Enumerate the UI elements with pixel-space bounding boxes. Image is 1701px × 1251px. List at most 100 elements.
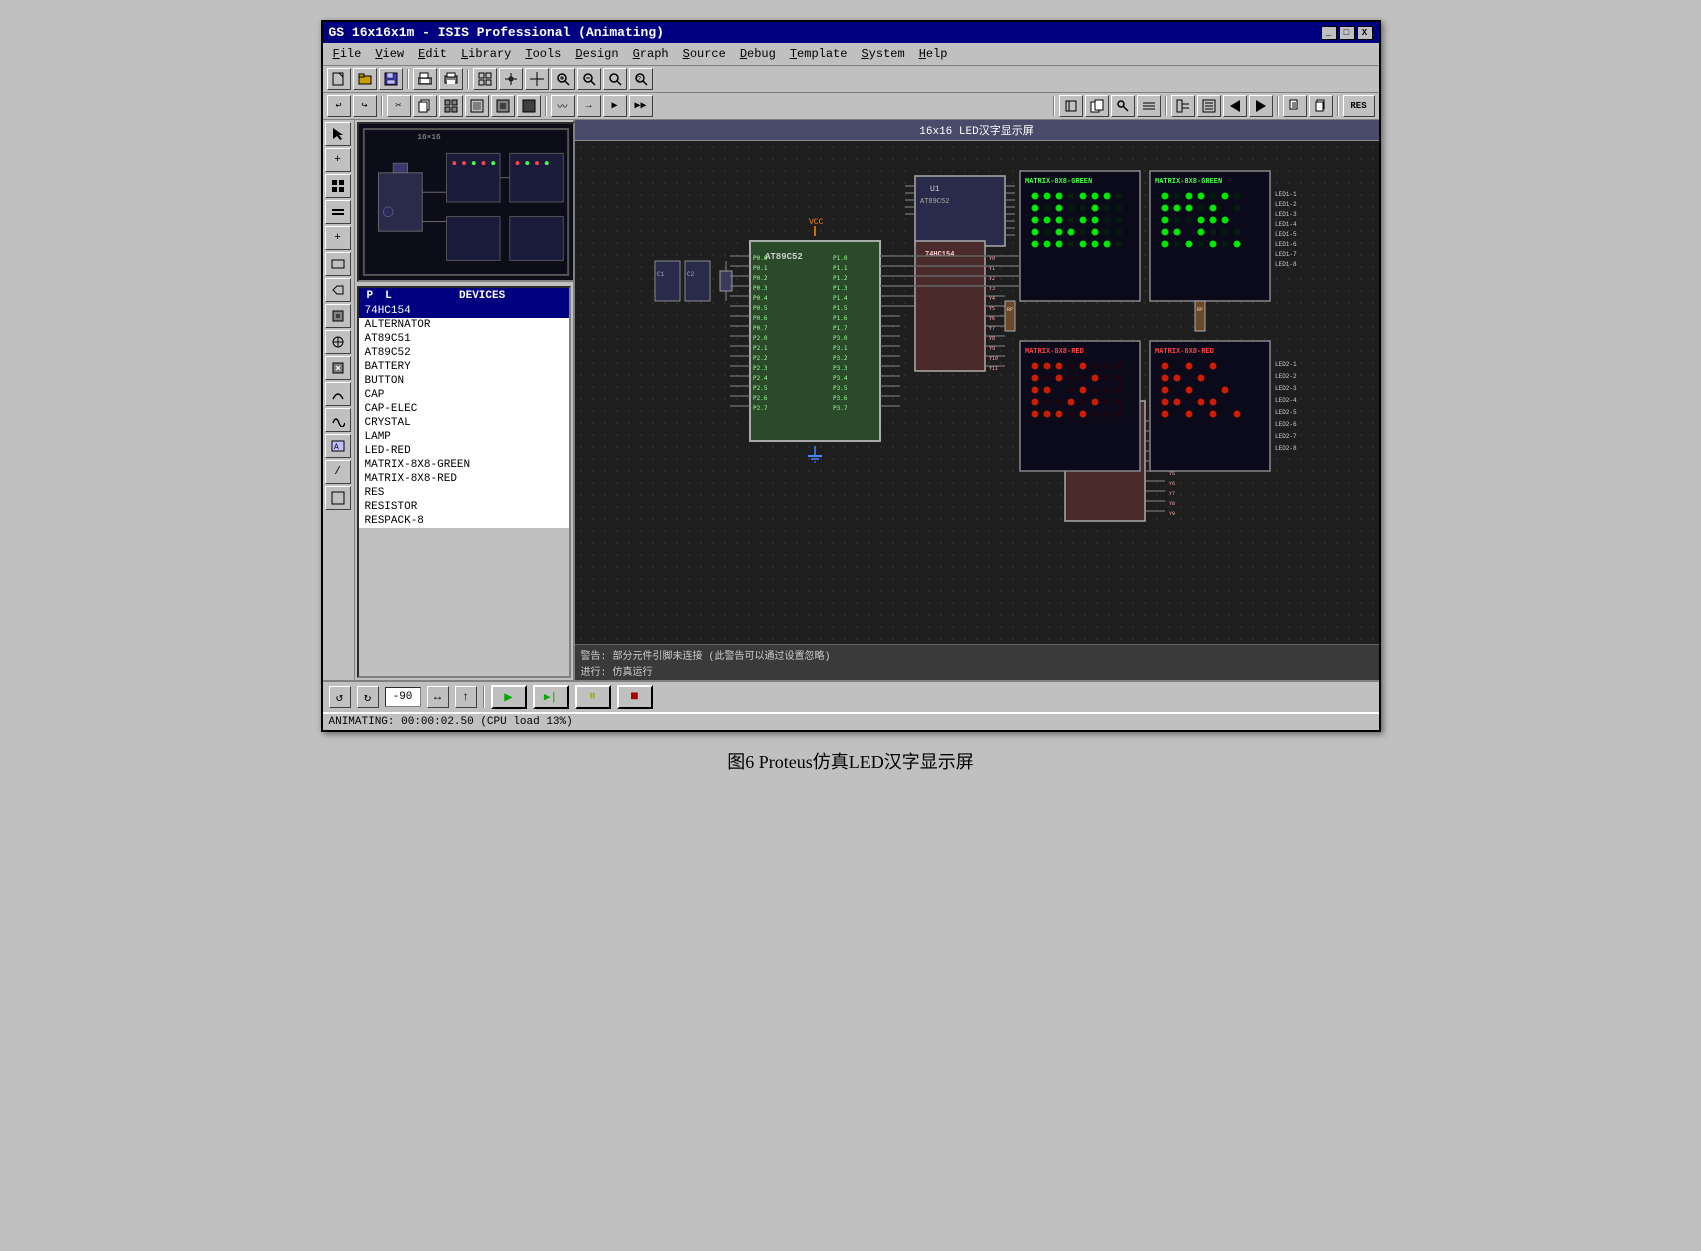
- device-item-led-red[interactable]: LED-RED: [359, 444, 569, 458]
- menu-help[interactable]: Help: [913, 45, 954, 63]
- device-item-battery[interactable]: BATTERY: [359, 360, 569, 374]
- device-item-alternator[interactable]: ALTERNATOR: [359, 318, 569, 332]
- property-button[interactable]: [1137, 95, 1161, 117]
- zoom-fit-button[interactable]: [603, 68, 627, 90]
- zoom-area-button[interactable]: ?: [629, 68, 653, 90]
- redo-button[interactable]: ↪: [353, 95, 377, 117]
- tool-line[interactable]: /: [325, 460, 351, 484]
- menu-template[interactable]: Template: [784, 45, 854, 63]
- bom-button[interactable]: [1197, 95, 1221, 117]
- forward-button[interactable]: [1249, 95, 1273, 117]
- toolbar-sep-1: [407, 69, 409, 89]
- back-button[interactable]: [1223, 95, 1247, 117]
- svg-text:LED2-6: LED2-6: [1275, 421, 1297, 428]
- menu-graph[interactable]: Graph: [627, 45, 675, 63]
- netlist-button[interactable]: [1171, 95, 1195, 117]
- menu-view[interactable]: View: [369, 45, 410, 63]
- sim-play-button[interactable]: ▶: [491, 685, 527, 709]
- menu-design[interactable]: Design: [569, 45, 624, 63]
- device-item-lamp[interactable]: LAMP: [359, 430, 569, 444]
- svg-text:Y8: Y8: [1169, 501, 1175, 507]
- open-button[interactable]: [353, 68, 377, 90]
- menu-library[interactable]: Library: [455, 45, 517, 63]
- tool-text[interactable]: A: [325, 434, 351, 458]
- copy2-button[interactable]: [1085, 95, 1109, 117]
- sim-run-button[interactable]: ▶: [603, 95, 627, 117]
- extra-button[interactable]: RES: [1343, 95, 1375, 117]
- save-button[interactable]: [379, 68, 403, 90]
- undo-button[interactable]: ↩: [327, 95, 351, 117]
- menu-file[interactable]: File: [327, 45, 368, 63]
- tool-bus-wire[interactable]: +: [325, 226, 351, 250]
- tool-select[interactable]: [325, 122, 351, 146]
- bottom-sep-1: [483, 686, 485, 708]
- rotate-cw-button[interactable]: ↻: [357, 686, 379, 708]
- block-button-4[interactable]: [517, 95, 541, 117]
- print-button[interactable]: [439, 68, 463, 90]
- device-item-button[interactable]: BUTTON: [359, 374, 569, 388]
- device-item-at89c52[interactable]: AT89C52: [359, 346, 569, 360]
- canvas-inner[interactable]: U1 AT89C52: [575, 141, 1379, 680]
- rotate-ccw-button[interactable]: ↺: [329, 686, 351, 708]
- zoom-in-button[interactable]: [551, 68, 575, 90]
- close-button[interactable]: X: [1357, 26, 1373, 40]
- menu-tools[interactable]: Tools: [519, 45, 567, 63]
- mirror-h-button[interactable]: ↔: [427, 686, 449, 708]
- device-item-matrix-red[interactable]: MATRIX-8X8-RED: [359, 472, 569, 486]
- device-item-cap-elec[interactable]: CAP-ELEC: [359, 402, 569, 416]
- device-item-resistor[interactable]: RESISTOR: [359, 500, 569, 514]
- origin-button[interactable]: [499, 68, 523, 90]
- crosshair-button[interactable]: [525, 68, 549, 90]
- device-item-res[interactable]: RES: [359, 486, 569, 500]
- cut-button[interactable]: ✂: [387, 95, 411, 117]
- tool-voltage-probe[interactable]: [325, 356, 351, 380]
- minimize-button[interactable]: _: [1321, 26, 1337, 40]
- device-item-cap[interactable]: CAP: [359, 388, 569, 402]
- device-item-74hc154[interactable]: 74HC154: [359, 304, 569, 318]
- device-item-respack8[interactable]: RESPACK-8: [359, 514, 569, 528]
- svg-text:Y6: Y6: [1169, 481, 1175, 487]
- block-button-1[interactable]: [439, 95, 463, 117]
- probe-button[interactable]: [1059, 95, 1083, 117]
- menu-edit[interactable]: Edit: [412, 45, 453, 63]
- canvas-area[interactable]: 16x16 LED汉字显示屏: [575, 120, 1379, 680]
- mirror-v-button[interactable]: ↑: [455, 686, 477, 708]
- new-button[interactable]: [327, 68, 351, 90]
- device-item-matrix-green[interactable]: MATRIX-8X8-GREEN: [359, 458, 569, 472]
- preview-area: 16×16: [357, 122, 575, 282]
- menu-source[interactable]: Source: [677, 45, 732, 63]
- sim-stop-button[interactable]: ■: [617, 685, 653, 709]
- print-preview-button[interactable]: [413, 68, 437, 90]
- tool-terminal[interactable]: [325, 278, 351, 302]
- doc-button-2[interactable]: [1309, 95, 1333, 117]
- wire-button[interactable]: 〰: [551, 95, 575, 117]
- tool-marker[interactable]: [325, 486, 351, 510]
- maximize-button[interactable]: □: [1339, 26, 1355, 40]
- device-item-at89c51[interactable]: AT89C51: [359, 332, 569, 346]
- tool-device-pin[interactable]: [325, 304, 351, 328]
- copy-button[interactable]: [413, 95, 437, 117]
- doc-button-1[interactable]: [1283, 95, 1307, 117]
- tool-sub-circuit[interactable]: [325, 252, 351, 276]
- menu-system[interactable]: System: [855, 45, 910, 63]
- search-button[interactable]: [1111, 95, 1135, 117]
- tool-tape[interactable]: [325, 408, 351, 432]
- svg-text:P3.1: P3.1: [833, 345, 848, 352]
- tool-wire-label[interactable]: [325, 200, 351, 224]
- grid-button[interactable]: [473, 68, 497, 90]
- sim-step2-button[interactable]: ▶▶: [629, 95, 653, 117]
- arrow-button[interactable]: →: [577, 95, 601, 117]
- tool-current-probe[interactable]: [325, 382, 351, 406]
- tool-component[interactable]: +: [325, 148, 351, 172]
- block-button-3[interactable]: [491, 95, 515, 117]
- device-item-crystal[interactable]: CRYSTAL: [359, 416, 569, 430]
- tool-graph[interactable]: [325, 330, 351, 354]
- zoom-out-button[interactable]: [577, 68, 601, 90]
- svg-text:P0.6: P0.6: [753, 315, 768, 322]
- angle-input[interactable]: [385, 687, 421, 707]
- menu-debug[interactable]: Debug: [734, 45, 782, 63]
- tool-junction[interactable]: [325, 174, 351, 198]
- block-button-2[interactable]: [465, 95, 489, 117]
- sim-pause-button[interactable]: ⏸: [575, 685, 611, 709]
- sim-step-button[interactable]: ▶|: [533, 685, 569, 709]
